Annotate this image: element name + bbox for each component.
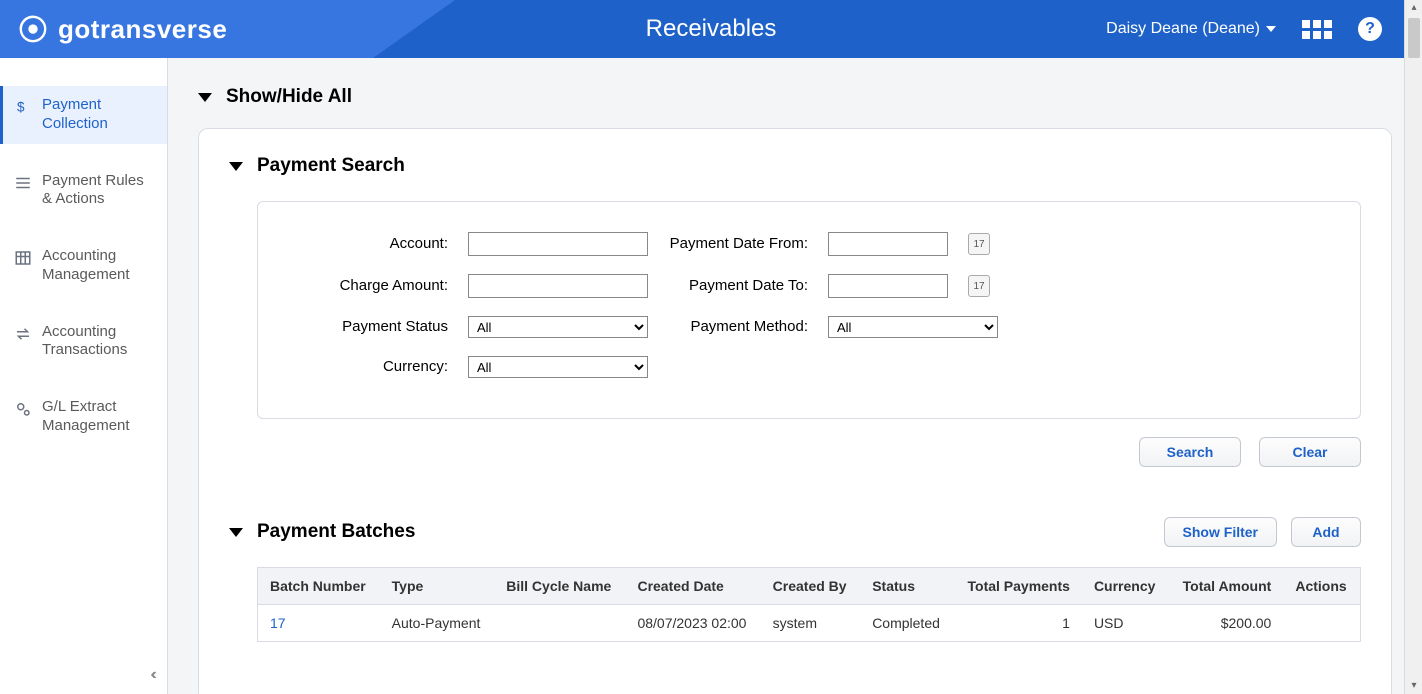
sidebar-item-accounting-management[interactable]: Accounting Management [0, 237, 167, 295]
col-created-date[interactable]: Created Date [625, 568, 760, 605]
payment-batches-toprow: Payment Batches Show Filter Add [229, 517, 1361, 547]
sidebar-item-label: Accounting Management [42, 247, 155, 285]
table-header-row: Batch Number Type Bill Cycle Name Create… [258, 568, 1361, 605]
collapse-triangle-icon[interactable] [198, 93, 212, 102]
table-row[interactable]: 17 Auto-Payment 08/07/2023 02:00 system … [258, 605, 1361, 642]
payment-status-label: Payment Status [298, 318, 448, 335]
search-button[interactable]: Search [1139, 437, 1241, 467]
payment-search-title: Payment Search [257, 155, 405, 177]
batch-number-link[interactable]: 17 [270, 615, 286, 631]
clear-button[interactable]: Clear [1259, 437, 1361, 467]
payment-date-from-input[interactable] [828, 232, 948, 256]
cell-created-by: system [761, 605, 861, 642]
cell-currency: USD [1082, 605, 1169, 642]
payment-method-select[interactable]: All [828, 316, 998, 338]
col-currency[interactable]: Currency [1082, 568, 1169, 605]
chevron-down-icon [1266, 26, 1276, 32]
brand-name: gotransverse [58, 14, 227, 45]
cell-total-payments: 1 [953, 605, 1082, 642]
col-type[interactable]: Type [380, 568, 495, 605]
payment-search-header[interactable]: Payment Search [229, 155, 1361, 177]
list-icon [14, 174, 32, 192]
account-input[interactable] [468, 232, 648, 256]
sidebar-item-gl-extract[interactable]: G/L Extract Management [0, 388, 167, 446]
payment-search-section: Payment Search Account: Payment Date Fro… [229, 155, 1361, 467]
show-hide-all-header[interactable]: Show/Hide All [198, 86, 1392, 108]
window-scrollbar[interactable]: ▴ ▾ [1404, 0, 1422, 694]
dollar-icon: $ [14, 98, 32, 116]
show-hide-all-label: Show/Hide All [226, 86, 352, 108]
col-actions[interactable]: Actions [1283, 568, 1360, 605]
main: $ Payment Collection Payment Rules & Act… [0, 58, 1422, 694]
account-label: Account: [298, 235, 448, 252]
show-filter-button[interactable]: Show Filter [1164, 517, 1277, 547]
collapse-triangle-icon[interactable] [229, 528, 243, 537]
payment-method-label: Payment Method: [668, 318, 808, 335]
sidebar-item-label: Accounting Transactions [42, 323, 155, 361]
sidebar-item-payment-rules[interactable]: Payment Rules & Actions [0, 162, 167, 220]
payment-batches-table: Batch Number Type Bill Cycle Name Create… [257, 567, 1361, 642]
payment-date-to-label: Payment Date To: [668, 277, 808, 294]
apps-grid-icon[interactable] [1302, 20, 1332, 39]
brand[interactable]: gotransverse [0, 0, 455, 58]
payment-search-filter-box: Account: Payment Date From: 17 Charge Am… [257, 201, 1361, 419]
payment-batches-title: Payment Batches [257, 521, 415, 543]
table-icon [14, 249, 32, 267]
currency-label: Currency: [298, 358, 448, 375]
payment-batches-header[interactable]: Payment Batches [229, 521, 415, 543]
cell-actions[interactable] [1283, 605, 1360, 642]
col-status[interactable]: Status [860, 568, 953, 605]
content: Show/Hide All Payment Search Account: Pa… [168, 58, 1422, 694]
swap-icon [14, 325, 32, 343]
cell-total-amount: $200.00 [1169, 605, 1284, 642]
sidebar-item-payment-collection[interactable]: $ Payment Collection [0, 86, 167, 144]
cell-status: Completed [860, 605, 953, 642]
collapse-triangle-icon[interactable] [229, 162, 243, 171]
payment-date-to-input[interactable] [828, 274, 948, 298]
topbar: gotransverse Receivables Daisy Deane (De… [0, 0, 1422, 58]
charge-amount-input[interactable] [468, 274, 648, 298]
svg-text:$: $ [17, 100, 25, 115]
user-menu[interactable]: Daisy Deane (Deane) [1106, 20, 1276, 38]
payment-batches-section: Payment Batches Show Filter Add Batch Nu… [229, 517, 1361, 642]
gears-icon [14, 400, 32, 418]
user-display: Daisy Deane (Deane) [1106, 20, 1260, 38]
payment-status-select[interactable]: All [468, 316, 648, 338]
sidebar-item-label: Payment Rules & Actions [42, 172, 155, 210]
topbar-right: Daisy Deane (Deane) ? [1106, 17, 1382, 41]
col-total-amount[interactable]: Total Amount [1169, 568, 1284, 605]
help-icon[interactable]: ? [1358, 17, 1382, 41]
payment-date-from-label: Payment Date From: [668, 235, 808, 252]
charge-amount-label: Charge Amount: [298, 277, 448, 294]
add-button[interactable]: Add [1291, 517, 1361, 547]
sidebar-item-label: G/L Extract Management [42, 398, 155, 436]
col-batch-number[interactable]: Batch Number [258, 568, 380, 605]
panel: Payment Search Account: Payment Date Fro… [198, 128, 1392, 694]
scroll-thumb[interactable] [1408, 18, 1420, 58]
currency-select[interactable]: All [468, 356, 648, 378]
search-button-row: Search Clear [257, 437, 1361, 467]
brand-area: gotransverse [0, 0, 455, 58]
sidebar-item-accounting-transactions[interactable]: Accounting Transactions [0, 313, 167, 371]
scroll-up-icon[interactable]: ▴ [1408, 2, 1420, 14]
collapse-sidebar-icon[interactable]: ‹‹ [150, 666, 153, 684]
col-created-by[interactable]: Created By [761, 568, 861, 605]
sidebar: $ Payment Collection Payment Rules & Act… [0, 58, 168, 694]
cell-bill-cycle-name [494, 605, 625, 642]
scroll-down-icon[interactable]: ▾ [1408, 680, 1420, 692]
calendar-icon[interactable]: 17 [968, 275, 990, 297]
brand-logo-icon [18, 14, 48, 44]
cell-type: Auto-Payment [380, 605, 495, 642]
sidebar-item-label: Payment Collection [42, 96, 155, 134]
col-total-payments[interactable]: Total Payments [953, 568, 1082, 605]
page-title: Receivables [646, 15, 777, 43]
filter-grid: Account: Payment Date From: 17 Charge Am… [298, 232, 1320, 378]
calendar-icon[interactable]: 17 [968, 233, 990, 255]
cell-created-date: 08/07/2023 02:00 [625, 605, 760, 642]
col-bill-cycle-name[interactable]: Bill Cycle Name [494, 568, 625, 605]
